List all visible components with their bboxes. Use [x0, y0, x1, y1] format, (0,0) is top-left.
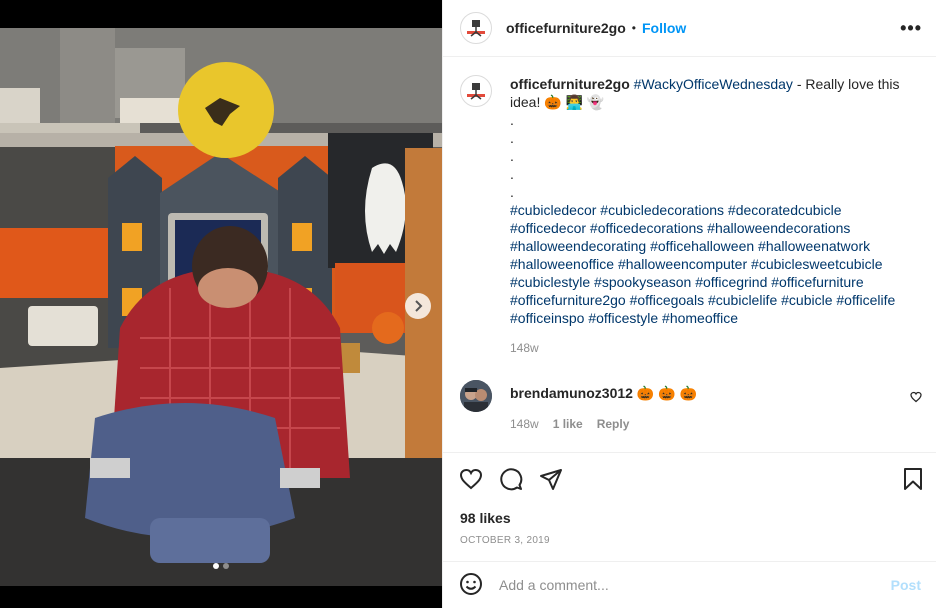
post-media[interactable]	[0, 0, 442, 608]
caption-dot: .	[510, 112, 514, 128]
account-avatar[interactable]	[460, 12, 492, 44]
account-username[interactable]: officefurniture2go	[506, 20, 626, 36]
likes-count[interactable]: 98 likes	[460, 510, 511, 526]
hashtag-link[interactable]: #officestyle	[588, 310, 658, 326]
office-chair-logo-icon	[467, 83, 485, 100]
hashtag-link[interactable]: #officelife	[836, 292, 895, 308]
hashtag-link[interactable]: #officehalloween	[650, 238, 754, 254]
hashtag-link[interactable]: #spookyseason	[594, 274, 691, 290]
hashtag-link[interactable]: #cubiclelife	[708, 292, 777, 308]
small-heart-icon[interactable]	[910, 390, 922, 406]
caption-username[interactable]: officefurniture2go	[510, 76, 630, 92]
hashtag-link[interactable]: #halloweencomputer	[618, 256, 747, 272]
hashtag-link[interactable]: #halloweendecorating	[510, 238, 646, 254]
post-comment-button[interactable]: Post	[891, 577, 921, 593]
hashtag-link[interactable]: #decoratedcubicle	[728, 202, 842, 218]
post-actions: 98 likes OCTOBER 3, 2019	[443, 452, 936, 561]
reply-button[interactable]: Reply	[597, 417, 630, 431]
commenter-avatar[interactable]	[460, 380, 492, 412]
caption-timestamp[interactable]: 148w	[510, 339, 910, 357]
hashtag-link[interactable]: #halloweenatwork	[758, 238, 870, 254]
caption-avatar[interactable]	[460, 75, 492, 107]
carousel-dot-2	[223, 563, 229, 569]
post-date[interactable]: OCTOBER 3, 2019	[460, 535, 550, 546]
caption-dot: .	[510, 184, 514, 200]
post-photo[interactable]	[0, 28, 442, 586]
caption-dot: .	[510, 130, 514, 146]
emoji-icon[interactable]	[459, 572, 483, 599]
heart-icon[interactable]	[459, 467, 483, 494]
hashtag-link[interactable]: #cubicledecor	[510, 202, 596, 218]
bookmark-icon[interactable]	[901, 467, 925, 494]
action-icon-row	[459, 467, 563, 494]
more-options-icon[interactable]: •••	[900, 19, 922, 37]
hashtag-link[interactable]: #cubiclestyle	[510, 274, 590, 290]
comment-likes[interactable]: 1 like	[553, 417, 583, 431]
hashtag-link[interactable]: #cubiclesweetcubicle	[751, 256, 883, 272]
caption-dot: .	[510, 166, 514, 182]
hashtag-link[interactable]: #officeinspo	[510, 310, 584, 326]
follow-button[interactable]: Follow	[642, 20, 686, 36]
hashtag-link[interactable]: #officedecorations	[590, 220, 703, 236]
carousel-dot-1	[213, 563, 219, 569]
comment-icon[interactable]	[499, 467, 523, 494]
avatar-photo-icon	[460, 380, 492, 412]
comment-text: brendamunoz3012 🎃 🎃 🎃	[510, 384, 900, 402]
hashtag-link[interactable]: #officegrind	[695, 274, 767, 290]
hashtag-link[interactable]: #cubicle	[781, 292, 832, 308]
caption-text: officefurniture2go #WackyOfficeWednesday…	[510, 75, 910, 357]
comments-scroll-area[interactable]: officefurniture2go #WackyOfficeWednesday…	[443, 58, 936, 452]
carousel-indicator	[0, 563, 442, 569]
add-comment-bar: Add a comment... Post	[443, 561, 936, 608]
comment-meta: 148w 1 like Reply	[510, 417, 900, 431]
office-cubicle-photo	[0, 28, 442, 586]
separator-dot: •	[631, 21, 636, 35]
chevron-right-icon	[415, 300, 423, 312]
hashtag-link[interactable]: #officegoals	[630, 292, 704, 308]
caption-dot: .	[510, 148, 514, 164]
hashtag-link[interactable]: #officedecor	[510, 220, 586, 236]
comment-input[interactable]: Add a comment...	[499, 577, 891, 593]
comment-item: brendamunoz3012 🎃 🎃 🎃 148w 1 like Reply	[460, 380, 930, 431]
comment-content: 🎃 🎃 🎃	[636, 385, 697, 401]
post-details-panel: officefurniture2go • Follow ••• officefu…	[442, 0, 936, 608]
hashtag-link[interactable]: #officefurniture	[771, 274, 863, 290]
hashtag-list: #cubicledecor #cubicledecorations #decor…	[510, 201, 910, 327]
hashtag-link[interactable]: #homeoffice	[662, 310, 738, 326]
comment-timestamp[interactable]: 148w	[510, 417, 539, 431]
post-caption: officefurniture2go #WackyOfficeWednesday…	[460, 75, 920, 357]
commenter-username[interactable]: brendamunoz3012	[510, 385, 633, 401]
office-chair-logo-icon	[467, 20, 485, 37]
hashtag-link[interactable]: #halloweenoffice	[510, 256, 614, 272]
hashtag-link[interactable]: #cubicledecorations	[600, 202, 724, 218]
post-header: officefurniture2go • Follow •••	[443, 0, 936, 57]
hashtag-link[interactable]: #officefurniture2go	[510, 292, 626, 308]
hashtag-link[interactable]: #WackyOfficeWednesday	[634, 76, 793, 92]
share-icon[interactable]	[539, 467, 563, 494]
hashtag-link[interactable]: #halloweendecorations	[707, 220, 850, 236]
comment-body: brendamunoz3012 🎃 🎃 🎃 148w 1 like Reply	[510, 380, 900, 431]
next-photo-button[interactable]	[405, 293, 431, 319]
